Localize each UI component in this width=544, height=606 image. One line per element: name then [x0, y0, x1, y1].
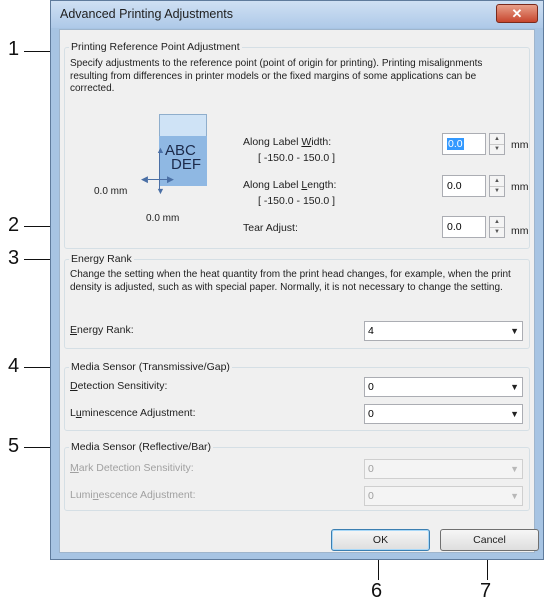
chevron-down-icon: ▼ — [510, 326, 519, 336]
energy-description: Change the setting when the heat quantit… — [70, 269, 511, 293]
tear-label: Tear Adjust: — [243, 222, 298, 234]
width-label: Along Label Width: — [243, 136, 331, 149]
mark-label: Mark Detection Sensitivity: — [70, 462, 194, 475]
width-label-key: W — [301, 136, 312, 148]
offset-x-label: 0.0 mm — [94, 186, 128, 197]
dialog-body: Printing Reference Point Adjustment Spec… — [59, 29, 539, 553]
callout-1: 1 — [8, 38, 20, 60]
callout-6: 6 — [371, 580, 383, 602]
width-spinner[interactable]: 0.0 ▲ ▼ — [442, 133, 506, 155]
media-refl-group-label: Media Sensor (Reflective/Bar) — [69, 441, 214, 454]
energy-select[interactable]: 4 ▼ — [364, 321, 523, 341]
tear-value: 0.0 — [447, 221, 462, 233]
arrow-right-icon: ▶ — [167, 174, 174, 184]
mark-value: 0 — [368, 463, 374, 475]
ok-button[interactable]: OK — [331, 529, 430, 551]
width-range: [ -150.0 - 150.0 ] — [258, 152, 336, 164]
length-label-post: ength: — [307, 179, 337, 191]
trans-lum-value: 0 — [368, 408, 374, 420]
width-value: 0.0 — [447, 138, 464, 150]
length-value: 0.0 — [447, 180, 462, 192]
detection-label-key: D — [70, 380, 78, 392]
callout-5: 5 — [8, 435, 20, 457]
energy-label-key: E — [70, 324, 78, 336]
callout-7: 7 — [480, 580, 492, 602]
close-icon: ✕ — [511, 6, 523, 21]
width-unit: mm — [511, 139, 529, 151]
chevron-down-icon: ▼ — [510, 409, 519, 419]
offset-y-label: 0.0 mm — [146, 213, 180, 224]
energy-label-rest: nergy Rank: — [77, 324, 134, 336]
length-label: Along Label Length: — [243, 179, 336, 192]
length-spinner[interactable]: 0.0 ▲ ▼ — [442, 175, 506, 197]
refl-lum-value: 0 — [368, 490, 374, 502]
trans-luminescence-label: Luminescence Adjustment: — [70, 407, 196, 420]
trans-lum-rest: minescence Adjustment: — [81, 407, 196, 419]
cancel-button[interactable]: Cancel — [440, 529, 539, 551]
length-unit: mm — [511, 181, 529, 193]
media-trans-group-label: Media Sensor (Transmissive/Gap) — [69, 361, 232, 374]
detection-value: 0 — [368, 381, 374, 393]
refl-luminescence-label: Luminescence Adjustment: — [70, 489, 196, 502]
tear-spin-buttons[interactable]: ▲ ▼ — [489, 216, 505, 238]
width-label-post: idth: — [311, 136, 332, 148]
chevron-down-icon: ▼ — [510, 491, 519, 501]
printing-ref-description: Specify adjustments to the reference poi… — [70, 58, 483, 94]
callout-3: 3 — [8, 247, 20, 269]
width-label-pre: Along Label — [243, 136, 302, 148]
spin-down-icon[interactable]: ▼ — [490, 186, 504, 196]
arrow-up-icon: ▲ — [156, 145, 165, 155]
refl-luminescence-select[interactable]: 0 ▼ — [364, 486, 523, 506]
energy-label: Energy Rank: — [70, 324, 134, 337]
length-label-pre: Along Label — [243, 179, 302, 191]
refl-lum-pre: Lumi — [70, 489, 93, 501]
mark-select[interactable]: 0 ▼ — [364, 459, 523, 479]
callout-2: 2 — [8, 214, 20, 236]
arrow-down-icon: ▼ — [156, 186, 165, 196]
close-button[interactable]: ✕ — [496, 4, 538, 23]
refl-lum-rest: escence Adjustment: — [98, 489, 196, 501]
length-spin-buttons[interactable]: ▲ ▼ — [489, 175, 505, 197]
arrow-left-icon: ◀ — [141, 174, 148, 184]
energy-group-label: Energy Rank — [69, 253, 134, 266]
length-range: [ -150.0 - 150.0 ] — [258, 195, 336, 207]
length-input[interactable]: 0.0 — [442, 175, 486, 197]
callout-4: 4 — [8, 355, 20, 377]
trans-luminescence-select[interactable]: 0 ▼ — [364, 404, 523, 424]
mark-label-rest: ark Detection Sensitivity: — [78, 462, 194, 474]
chevron-down-icon: ▼ — [510, 464, 519, 474]
dialog-window: Advanced Printing Adjustments ✕ Printing… — [50, 0, 544, 560]
spin-down-icon[interactable]: ▼ — [490, 227, 504, 237]
printing-ref-group-label: Printing Reference Point Adjustment — [69, 41, 242, 54]
tear-unit: mm — [511, 225, 529, 237]
energy-value: 4 — [368, 325, 374, 337]
mark-label-key: M — [70, 462, 79, 474]
tear-spinner[interactable]: 0.0 ▲ ▼ — [442, 216, 506, 238]
spin-down-icon[interactable]: ▼ — [490, 144, 504, 154]
illustration-text-2: DEF — [171, 156, 201, 173]
detection-label: Detection Sensitivity: — [70, 380, 167, 393]
width-input[interactable]: 0.0 — [442, 133, 486, 155]
chevron-down-icon: ▼ — [510, 382, 519, 392]
window-title: Advanced Printing Adjustments — [60, 7, 234, 21]
title-bar[interactable]: Advanced Printing Adjustments ✕ — [51, 1, 543, 28]
width-spin-buttons[interactable]: ▲ ▼ — [489, 133, 505, 155]
tear-input[interactable]: 0.0 — [442, 216, 486, 238]
detection-select[interactable]: 0 ▼ — [364, 377, 523, 397]
detection-label-rest: etection Sensitivity: — [77, 380, 168, 392]
